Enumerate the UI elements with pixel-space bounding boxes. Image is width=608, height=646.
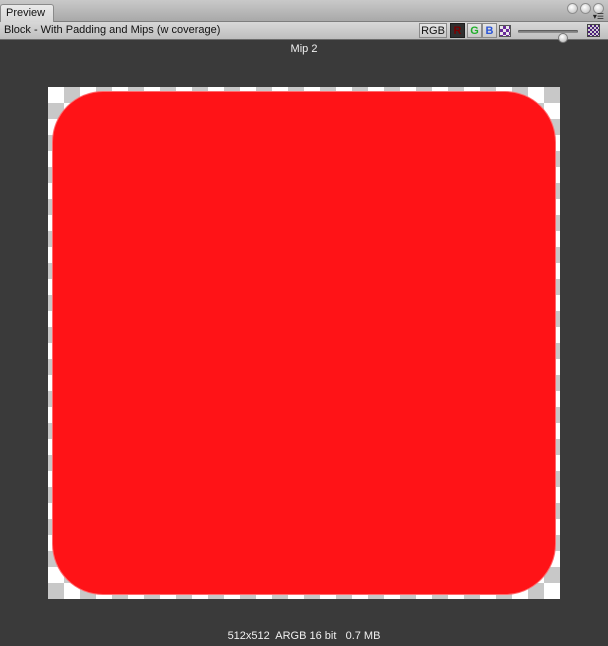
zoom-slider-thumb[interactable] [558,33,568,43]
minimize-window-icon[interactable] [567,3,578,14]
mipmap-checker-icon[interactable] [587,24,600,37]
rounded-block-texture [53,92,555,594]
asset-title: Block - With Padding and Mips (w coverag… [4,24,221,36]
channel-r-button[interactable]: R [450,23,465,38]
tab-bar: Preview ▾☰ [0,0,608,22]
channel-rgb-button[interactable]: RGB [419,23,447,38]
mip-level-label: Mip 2 [290,43,318,55]
texture-preview [48,87,560,599]
channel-g-button[interactable]: G [467,23,482,38]
tab-menu-icon[interactable]: ▾☰ [593,13,604,21]
channel-b-button[interactable]: B [482,23,497,38]
zoom-slider[interactable] [518,30,578,43]
texture-info: 512x512 ARGB 16 bit 0.7 MB [227,630,381,642]
preview-toolbar: Block - With Padding and Mips (w coverag… [0,22,608,43]
tab-preview[interactable]: Preview [0,4,54,22]
maximize-window-icon[interactable] [580,3,591,14]
alpha-checker-icon[interactable] [499,25,511,37]
